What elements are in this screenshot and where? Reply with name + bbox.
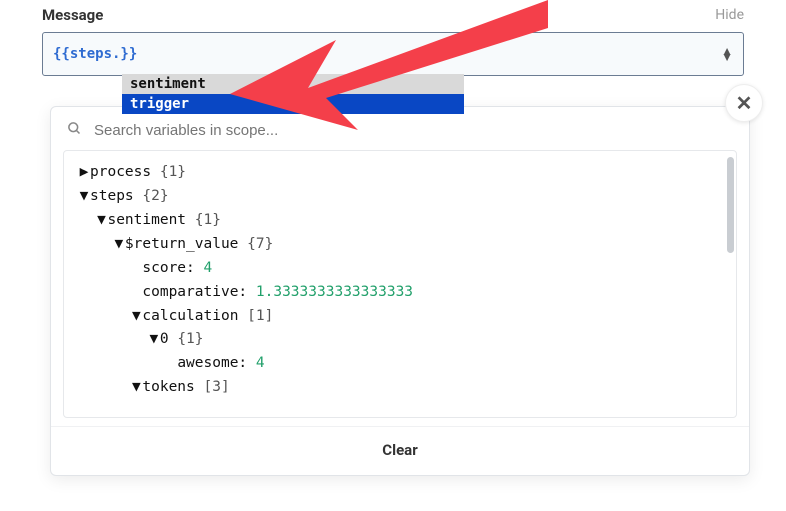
tree-row[interactable]: ▼0 {1}: [78, 328, 722, 352]
field-label: Message: [42, 6, 103, 24]
hide-link[interactable]: Hide: [715, 7, 744, 23]
expression-input[interactable]: {{steps.}} ▲▼: [42, 32, 744, 76]
clear-button[interactable]: Clear: [51, 426, 749, 475]
tree-row[interactable]: awesome: 4: [78, 352, 722, 376]
search-input[interactable]: [94, 122, 733, 139]
expression-value: {{steps.}}: [53, 46, 721, 62]
scrollbar-thumb[interactable]: [727, 157, 734, 253]
tree-row[interactable]: ▼calculation [1]: [78, 305, 722, 329]
search-icon: [67, 121, 82, 140]
tree-row[interactable]: ▼steps {2}: [78, 185, 722, 209]
tree-row[interactable]: ▼sentiment {1}: [78, 209, 722, 233]
tree-row[interactable]: ▼$return_value {7}: [78, 233, 722, 257]
tree-row[interactable]: ▼tokens [3]: [78, 376, 722, 400]
tree-row[interactable]: ▶process {1}: [78, 161, 722, 185]
updown-icon[interactable]: ▲▼: [721, 48, 733, 60]
variable-tree[interactable]: ▶process {1}▼steps {2} ▼sentiment {1} ▼$…: [63, 150, 737, 418]
autocomplete-dropdown[interactable]: sentimenttrigger: [122, 74, 464, 114]
tree-row[interactable]: score: 4: [78, 257, 722, 281]
tree-row[interactable]: comparative: 1.3333333333333333: [78, 281, 722, 305]
variable-picker-popup: ✕ ▶process {1}▼steps {2} ▼sentiment {1} …: [50, 106, 750, 476]
close-icon[interactable]: ✕: [725, 84, 763, 122]
autocomplete-item-sentiment[interactable]: sentiment: [122, 74, 464, 94]
autocomplete-item-trigger[interactable]: trigger: [122, 94, 464, 114]
